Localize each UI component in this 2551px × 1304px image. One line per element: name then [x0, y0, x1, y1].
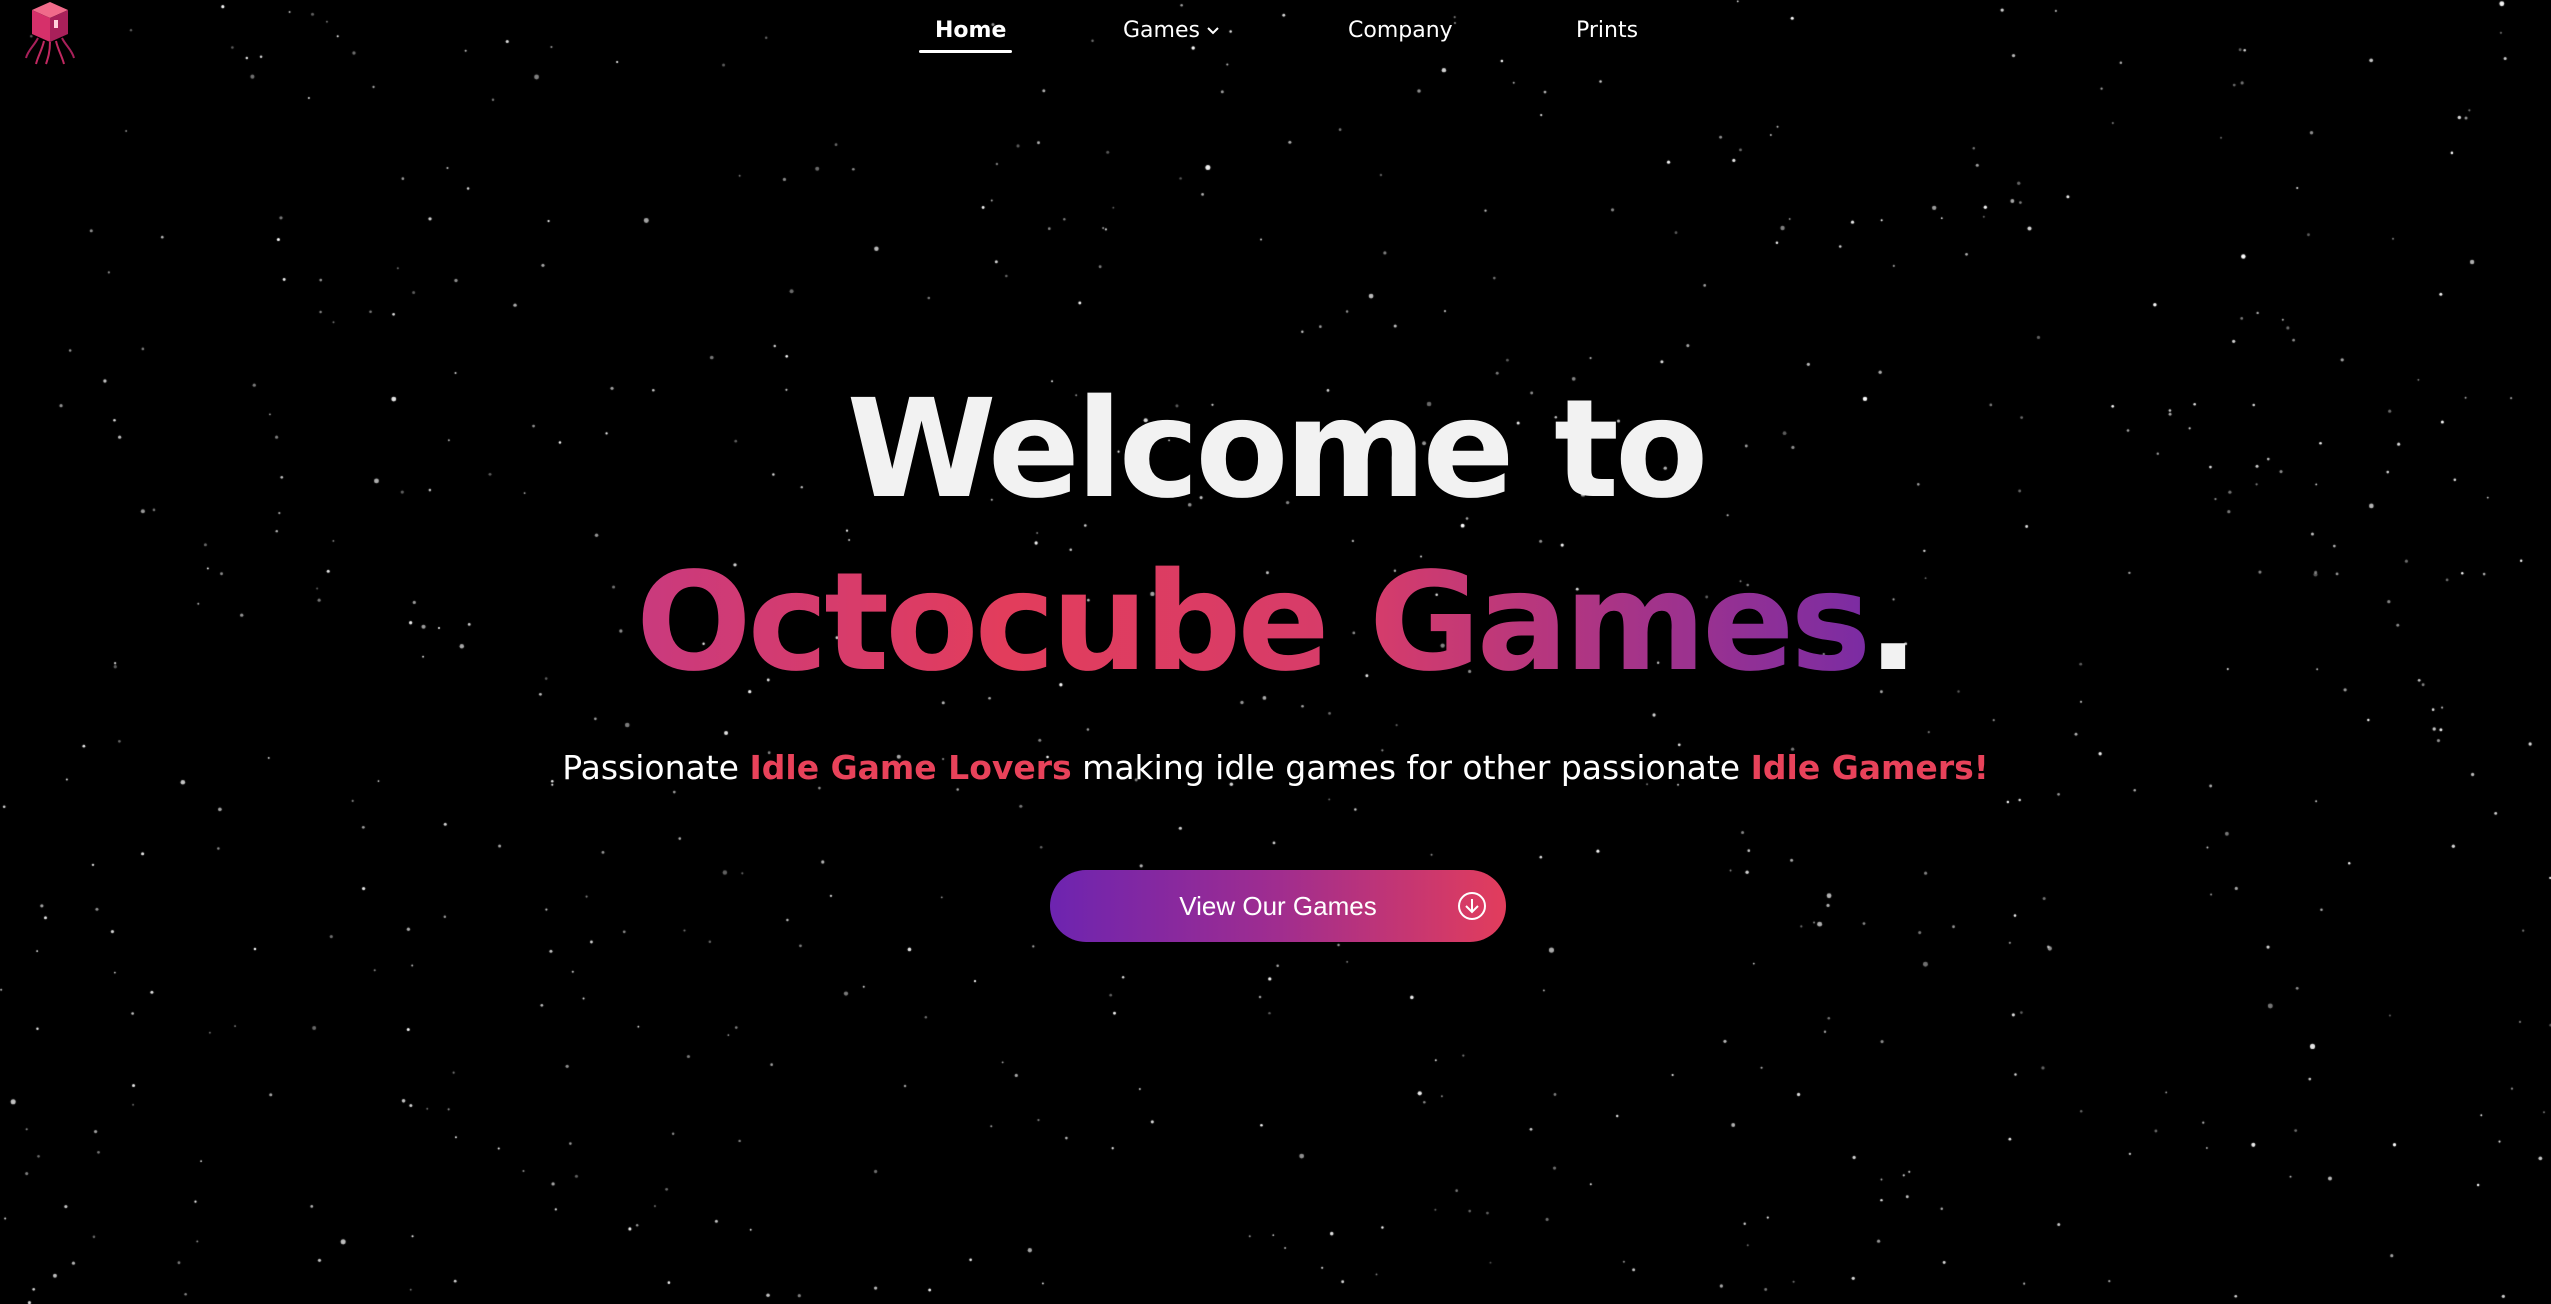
page: Home Games Company Prints Welcome to Oct… — [0, 0, 2551, 1304]
nav-company[interactable]: Company — [1348, 18, 1453, 43]
brand-name: Octocube Games — [635, 544, 1871, 702]
hero-heading-line1: Welcome to — [846, 371, 1709, 529]
arrow-down-circle-icon — [1456, 890, 1488, 922]
view-our-games-button[interactable]: View Our Games — [1050, 870, 1506, 942]
chevron-down-icon — [1206, 17, 1220, 42]
tagline-part1: Passionate — [562, 748, 750, 787]
nav-games-label: Games — [1123, 18, 1200, 43]
view-our-games-label: View Our Games — [1179, 891, 1377, 921]
tagline-highlight2: Idle Gamers! — [1750, 748, 1989, 787]
hero-heading-line2: Octocube Games. — [0, 543, 2551, 703]
tagline-highlight1: Idle Game Lovers — [749, 748, 1072, 787]
nav-home[interactable]: Home — [935, 18, 1006, 43]
nav-active-underline — [919, 50, 1012, 53]
hero-dot: . — [1867, 544, 1919, 702]
nav-games[interactable]: Games — [1123, 18, 1220, 43]
main-nav: Home Games Company Prints — [0, 0, 2551, 64]
tagline-part2: making idle games for other passionate — [1071, 748, 1751, 787]
hero-tagline: Passionate Idle Game Lovers making idle … — [0, 748, 2551, 787]
nav-prints[interactable]: Prints — [1576, 18, 1638, 43]
